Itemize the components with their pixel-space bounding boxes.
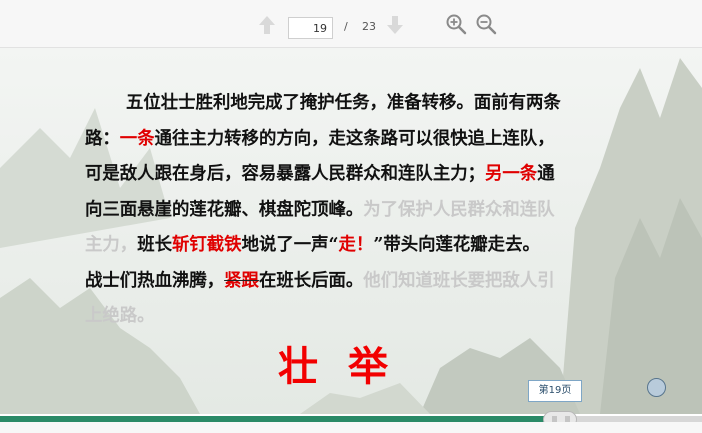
text-segment: 斩钉截铁 xyxy=(171,235,242,255)
text-line: 主力，班长斩钉截铁地说了一声“走！”带头向莲花瓣走去。 xyxy=(85,228,645,264)
arrow-up-icon[interactable] xyxy=(257,14,277,36)
text-segment: 另一条 xyxy=(485,164,538,184)
zoom-out-icon[interactable] xyxy=(475,13,497,35)
text-segment: 五位壮士胜利地完成了掩护任务，准备转移。面前有两条 xyxy=(126,93,561,113)
text-line: 五位壮士胜利地完成了掩护任务，准备转移。面前有两条 xyxy=(85,86,645,122)
page-tooltip: 第19页 xyxy=(528,380,582,402)
text-segment: 他们知道班长要把敌人引 xyxy=(363,270,555,291)
text-segment: 在班长后面。 xyxy=(258,270,364,291)
text-line: 上绝路。 xyxy=(85,299,645,335)
arrow-down-icon[interactable] xyxy=(385,14,405,36)
page-separator: / xyxy=(344,20,348,33)
text-segment: 紧跟 xyxy=(224,270,259,291)
zoom-in-icon[interactable] xyxy=(445,13,467,35)
text-line: 可是敌人跟在身后，容易暴露人民群众和连队主力；另一条通 xyxy=(85,157,645,193)
page-number-input[interactable] xyxy=(288,17,333,39)
text-line: 向三面悬崖的莲花瓣、棋盘陀顶峰。为了保护人民群众和连队 xyxy=(85,193,645,229)
circle-button[interactable] xyxy=(647,378,666,397)
text-segment: 走！ xyxy=(338,235,374,255)
bottom-bar xyxy=(0,422,702,433)
text-segment: 主力， xyxy=(85,235,138,255)
text-segment: 为了保护人民群众和连队 xyxy=(363,199,555,220)
text-segment: 向三面悬崖的莲花瓣、棋盘陀顶峰。 xyxy=(85,199,364,220)
text-line: 路：一条通往主力转移的方向，走这条路可以很快追上连队， xyxy=(85,122,645,158)
slide-text: 五位壮士胜利地完成了掩护任务，准备转移。面前有两条 路：一条通往主力转移的方向，走… xyxy=(85,86,645,335)
text-segment: 通 xyxy=(537,164,555,184)
text-line: 战士们热血沸腾，紧跟在班长后面。他们知道班长要把敌人引 xyxy=(85,264,645,300)
text-segment: 可是敌人跟在身后，容易暴露人民群众和连队主力； xyxy=(85,164,485,184)
text-segment: ”带头向莲花瓣走去。 xyxy=(373,235,540,255)
toolbar: / 23 xyxy=(0,0,702,48)
slide-title: 壮举 xyxy=(278,344,418,390)
text-segment: 上绝路。 xyxy=(85,306,155,326)
text-segment: 战士们热血沸腾， xyxy=(85,270,225,291)
text-segment: 班长 xyxy=(137,235,172,255)
text-segment: 一条 xyxy=(119,128,155,149)
slide-viewer: 五位壮士胜利地完成了掩护任务，准备转移。面前有两条 路：一条通往主力转移的方向，走… xyxy=(0,48,702,414)
text-segment: 通往主力转移的方向，走这条路可以很快追上连队， xyxy=(154,128,555,149)
text-segment: 地说了一声“ xyxy=(241,235,339,255)
total-pages: 23 xyxy=(362,20,376,33)
text-segment: 路： xyxy=(85,128,120,149)
